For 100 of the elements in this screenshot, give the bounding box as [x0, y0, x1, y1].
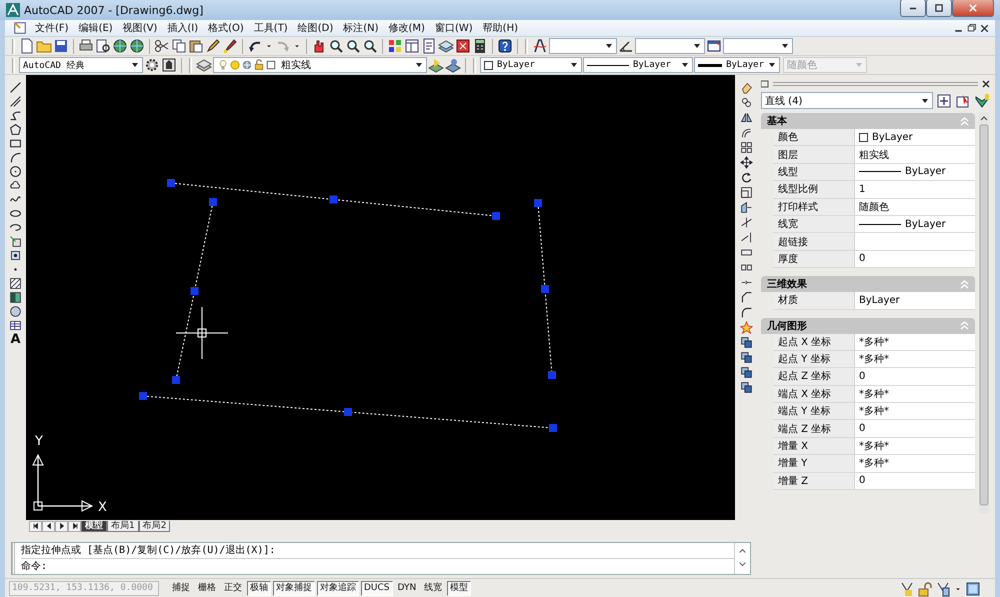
fillet-icon[interactable]: [740, 306, 752, 319]
menu-item[interactable]: 插入(I): [162, 21, 204, 35]
close-icon[interactable]: [982, 80, 990, 88]
arc-icon[interactable]: [9, 151, 22, 164]
polyline-icon[interactable]: [9, 109, 22, 122]
table-style-icon[interactable]: [706, 38, 722, 54]
status-toggle[interactable]: 模型: [447, 581, 472, 596]
magnifier-icon[interactable]: [328, 38, 344, 54]
scissors-icon[interactable]: [154, 38, 170, 54]
grip-handle[interactable]: [534, 199, 542, 207]
chamfer-icon[interactable]: [740, 291, 752, 304]
document-menu-icon[interactable]: [13, 21, 27, 35]
grip-handle[interactable]: [172, 376, 180, 384]
help-icon[interactable]: [497, 38, 513, 54]
window-icon[interactable]: [404, 38, 420, 54]
grip-handle[interactable]: [330, 196, 338, 204]
brush-icon[interactable]: [222, 38, 238, 54]
section-header[interactable]: 三维效果: [761, 276, 975, 292]
status-toggle[interactable]: 对象捕捉: [273, 581, 315, 596]
grip-handle[interactable]: [492, 212, 500, 220]
line-icon[interactable]: [9, 81, 22, 94]
section-header[interactable]: 几何图形: [761, 318, 975, 334]
rectangle-icon[interactable]: [9, 137, 22, 150]
grip-handle[interactable]: [190, 287, 198, 295]
status-toggle[interactable]: DUCS: [361, 581, 393, 596]
ray-icon[interactable]: [9, 95, 22, 108]
text-tool-button[interactable]: A: [10, 333, 21, 347]
panel-grip-icon[interactable]: [761, 80, 769, 88]
layout-tab[interactable]: 模型: [81, 520, 107, 532]
explode-icon[interactable]: [740, 321, 752, 334]
floppy-icon[interactable]: [53, 38, 69, 54]
scale-icon[interactable]: [740, 186, 752, 199]
select-objects-icon[interactable]: [955, 92, 971, 108]
menu-item[interactable]: 视图(V): [118, 21, 162, 35]
trim-icon[interactable]: [740, 216, 752, 229]
section-header[interactable]: 基本: [761, 113, 975, 129]
status-toggle[interactable]: 线宽: [421, 581, 446, 596]
magnifier-icon[interactable]: [345, 38, 361, 54]
circle-icon[interactable]: [9, 165, 22, 178]
maximize-button[interactable]: [926, 0, 952, 17]
pickadd-icon[interactable]: [936, 92, 952, 108]
grip-handle[interactable]: [139, 392, 147, 400]
tab-nav-button[interactable]: [29, 520, 42, 532]
text-style-icon[interactable]: [532, 38, 548, 54]
table-icon[interactable]: [9, 319, 22, 332]
layers-icon[interactable]: [196, 57, 212, 73]
command-window[interactable]: 指定拉伸点或 [基点(B)/复制(C)/放弃(U)/退出(X)]: 命令:: [11, 542, 751, 575]
document-icon[interactable]: [421, 38, 437, 54]
extend-icon[interactable]: [740, 231, 752, 244]
menu-item[interactable]: 窗口(W): [430, 21, 478, 35]
polygon-icon[interactable]: [9, 123, 22, 136]
palette-icon[interactable]: [387, 38, 403, 54]
draw-order-icon[interactable]: [740, 336, 752, 349]
color-dropdown[interactable]: ByLayer: [480, 57, 582, 73]
grip-handle[interactable]: [344, 408, 352, 416]
insert-block-icon[interactable]: [9, 235, 22, 248]
calculator-icon[interactable]: [472, 38, 488, 54]
menu-item[interactable]: 编辑(E): [74, 21, 118, 35]
eraser-icon[interactable]: [740, 81, 752, 94]
copy-icon[interactable]: [171, 38, 187, 54]
lineweight-dropdown[interactable]: ByLayer: [694, 57, 780, 73]
stretch-icon[interactable]: [740, 201, 752, 214]
tab-nav-button[interactable]: [42, 520, 55, 532]
restore-icon[interactable]: [965, 22, 978, 34]
padlock-icon[interactable]: [917, 580, 933, 596]
status-toggle[interactable]: 正交: [221, 581, 245, 596]
status-toggle[interactable]: 极轴: [247, 581, 271, 596]
grip-handle[interactable]: [167, 179, 175, 187]
stack-icon[interactable]: [438, 38, 454, 54]
layout-tab[interactable]: 布局1: [107, 520, 139, 532]
drawing-canvas[interactable]: Y X: [26, 75, 735, 520]
quick-select-icon[interactable]: [974, 92, 990, 108]
tab-nav-button[interactable]: [68, 520, 81, 532]
magnifier-icon[interactable]: [362, 38, 378, 54]
globe-icon[interactable]: [112, 38, 128, 54]
scrollbar[interactable]: [978, 113, 990, 513]
grip-handle[interactable]: [209, 198, 217, 206]
gradient-icon[interactable]: [9, 291, 22, 304]
status-toggle[interactable]: DYN: [394, 581, 420, 596]
draw-order-icon[interactable]: [740, 351, 752, 364]
draw-order-icon[interactable]: [740, 381, 752, 394]
menu-item[interactable]: 帮助(H): [478, 21, 523, 35]
menu-item[interactable]: 格式(O): [203, 21, 249, 35]
menu-item[interactable]: 绘图(D): [292, 21, 338, 35]
status-toggle[interactable]: 栅格: [195, 581, 219, 596]
elliptical-arc-icon[interactable]: [9, 221, 22, 234]
offset-icon[interactable]: [740, 126, 752, 139]
status-toggle[interactable]: 对象追踪: [317, 581, 359, 596]
menu-item[interactable]: 标注(N): [338, 21, 384, 35]
tab-nav-button[interactable]: [55, 520, 68, 532]
menu-item[interactable]: 文件(F): [30, 21, 74, 35]
layout-tab[interactable]: 布局2: [138, 520, 170, 532]
grip-handle[interactable]: [548, 371, 556, 379]
status-toggle[interactable]: 捕捉: [169, 581, 193, 596]
hatch-icon[interactable]: [9, 277, 22, 290]
menu-item[interactable]: 工具(T): [248, 21, 293, 35]
linetype-dropdown[interactable]: ByLayer: [583, 57, 693, 73]
array-icon[interactable]: [740, 141, 752, 154]
globe-icon[interactable]: [129, 38, 145, 54]
gear-icon[interactable]: [144, 57, 160, 73]
